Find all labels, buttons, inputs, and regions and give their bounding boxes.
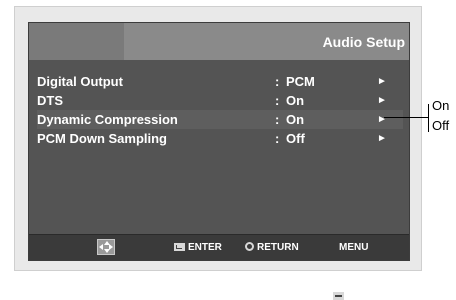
menu-label: MENU xyxy=(339,242,369,253)
chevron-right-icon: ► xyxy=(377,133,387,144)
chevron-right-icon: ► xyxy=(377,114,387,125)
chevron-right-icon: ► xyxy=(377,95,387,106)
menu-item-colon: : xyxy=(275,74,280,89)
title-tab xyxy=(29,23,124,60)
menu-item-dynamic-compression[interactable]: Dynamic Compression : On ► xyxy=(37,110,403,129)
enter-hint: ENTER xyxy=(174,235,222,260)
menu-hint: MENU xyxy=(325,235,369,300)
callout-option-off: Off xyxy=(432,118,450,133)
return-icon xyxy=(245,242,254,251)
return-label: RETURN xyxy=(257,242,299,253)
menu-item-colon: : xyxy=(275,131,280,146)
menu-item-colon: : xyxy=(275,93,280,108)
menu-item-label: Dynamic Compression xyxy=(37,112,178,127)
enter-label: ENTER xyxy=(188,242,222,253)
callout-line xyxy=(384,117,428,118)
direction-pad-icon xyxy=(97,239,115,255)
menu-item-value: PCM xyxy=(286,74,315,89)
callout-bracket xyxy=(428,104,429,132)
menu-item-label: Digital Output xyxy=(37,74,123,89)
tv-frame: Audio Setup Digital Output : PCM ► DTS :… xyxy=(14,6,422,300)
menu-item-label: DTS xyxy=(37,93,63,108)
page-title: Audio Setup xyxy=(322,34,405,50)
audio-setup-menu: Digital Output : PCM ► DTS : On ► Dynami… xyxy=(37,72,403,148)
menu-icon xyxy=(333,292,344,300)
menu-item-value: On xyxy=(286,93,305,108)
chevron-right-icon: ► xyxy=(377,76,387,87)
menu-item-value: Off xyxy=(286,131,305,146)
title-bar: Audio Setup xyxy=(29,23,409,60)
menu-item-digital-output[interactable]: Digital Output : PCM ► xyxy=(37,72,403,91)
menu-item-dts[interactable]: DTS : On ► xyxy=(37,91,403,110)
menu-item-pcm-down-sampling[interactable]: PCM Down Sampling : Off ► xyxy=(37,129,403,148)
osd-screen: Audio Setup Digital Output : PCM ► DTS :… xyxy=(28,22,410,300)
menu-item-value: On xyxy=(286,112,305,127)
return-hint: RETURN xyxy=(245,235,299,260)
enter-icon xyxy=(174,243,185,251)
menu-item-label: PCM Down Sampling xyxy=(37,131,167,146)
callout-option-on: On xyxy=(432,98,450,113)
menu-item-colon: : xyxy=(275,112,280,127)
button-guide-bar: ENTER RETURN MENU xyxy=(29,234,409,300)
